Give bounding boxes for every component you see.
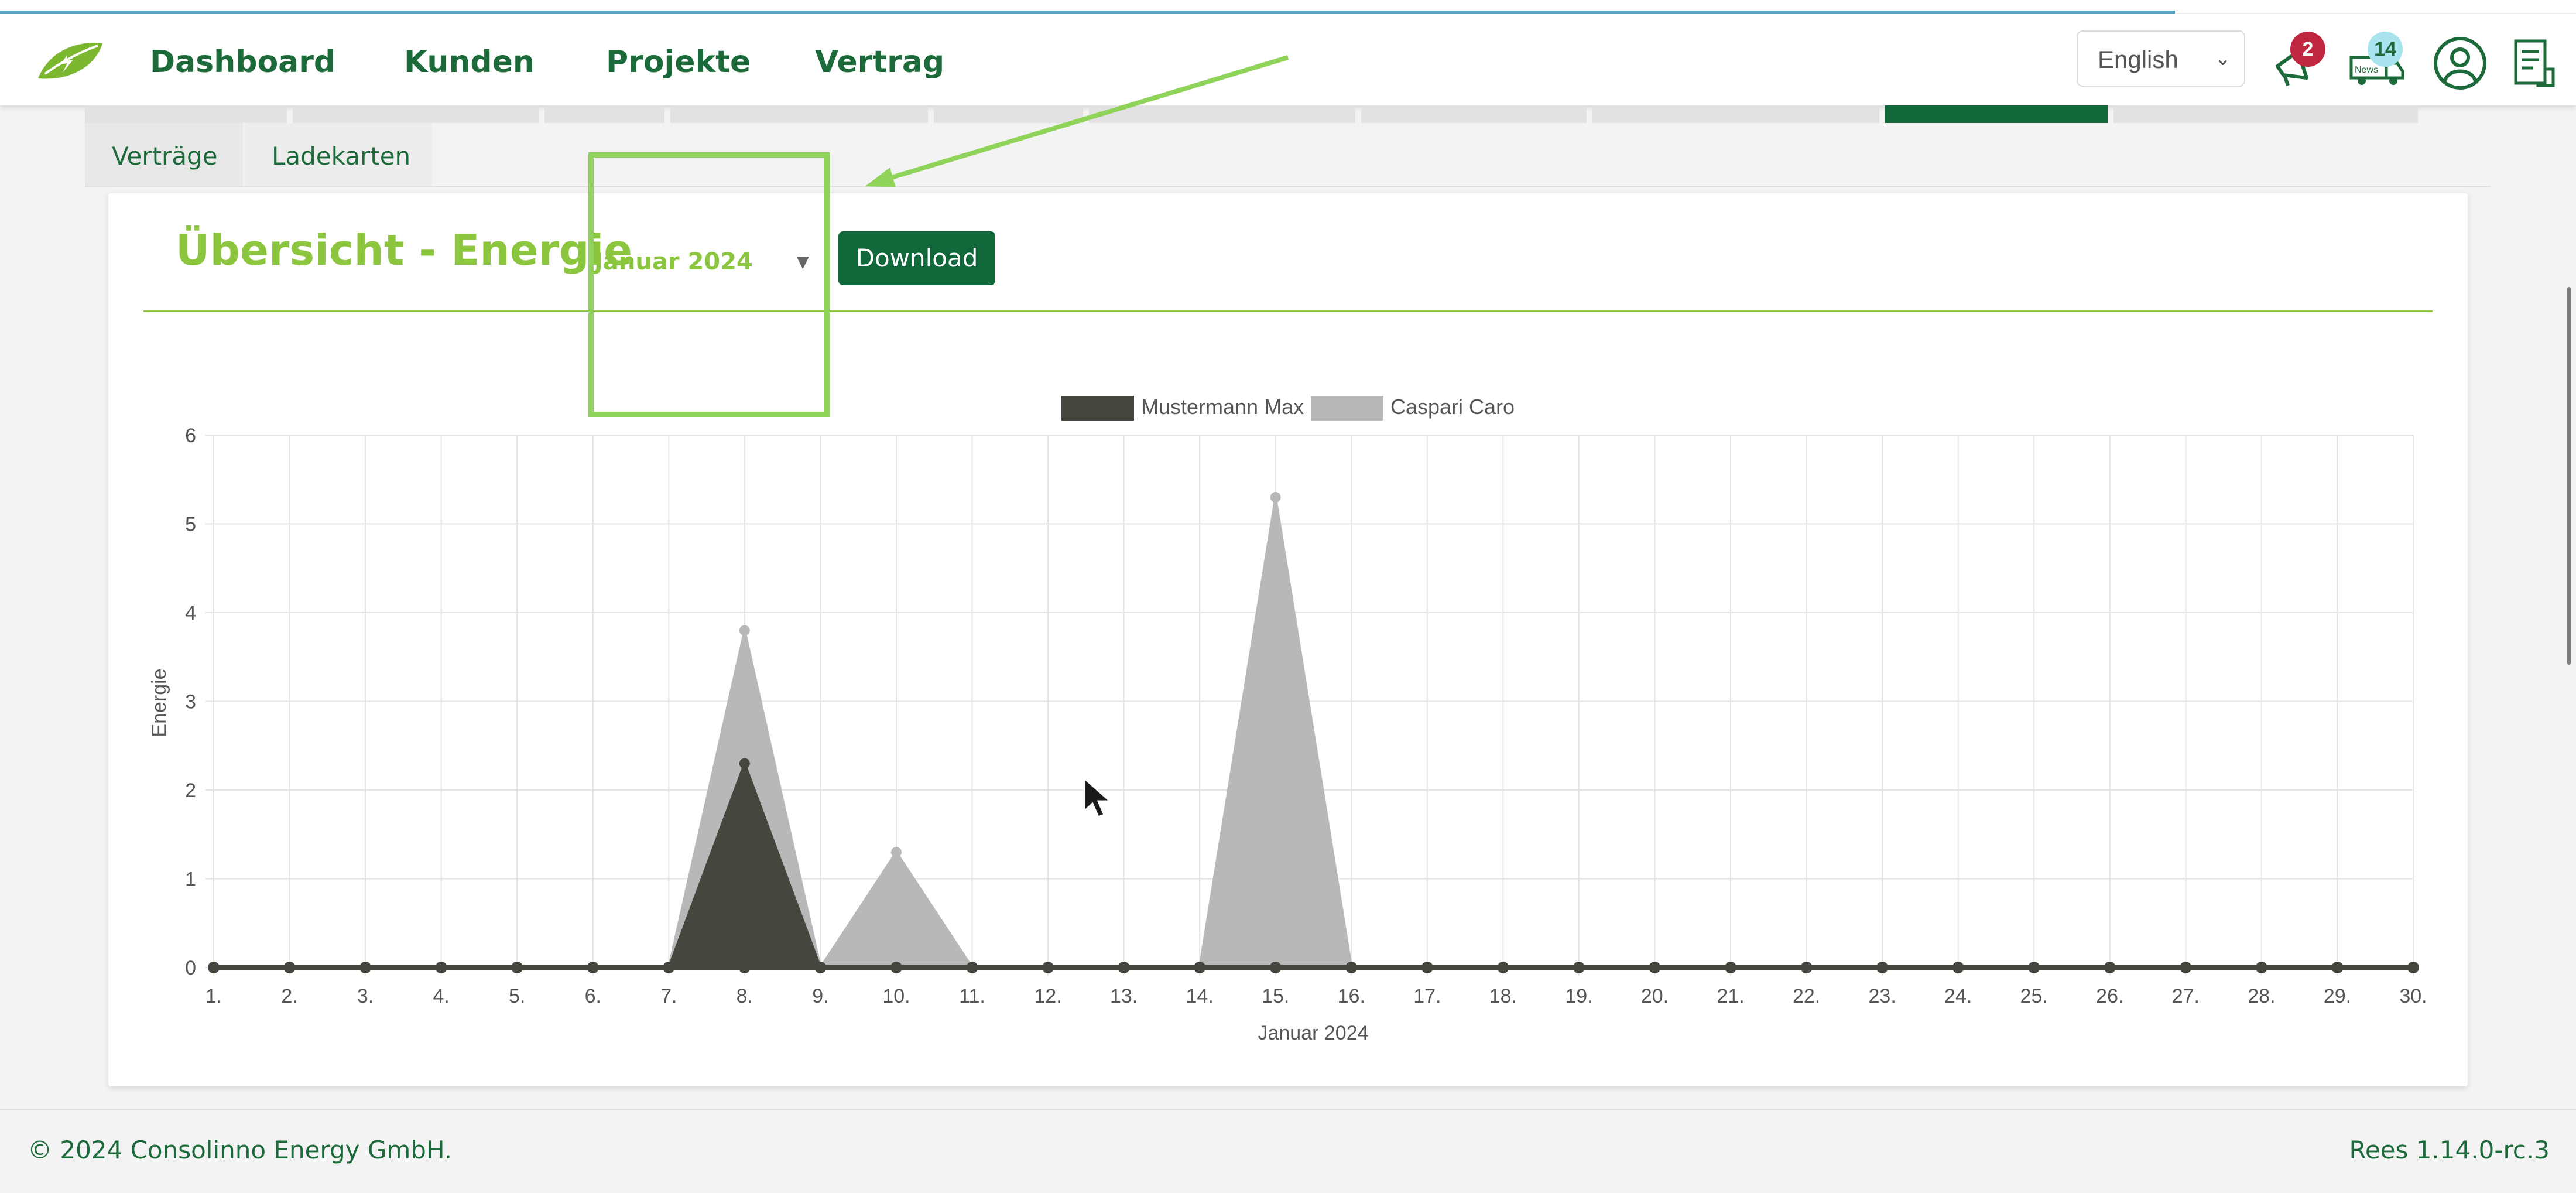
x-tick-label: 18. [1489, 985, 1517, 1007]
baseline-point [966, 962, 978, 973]
x-tick-label: 19. [1565, 985, 1592, 1007]
x-tick-label: 3. [357, 985, 374, 1007]
y-tick-label: 1 [185, 869, 196, 891]
x-tick-label: 2. [281, 985, 297, 1007]
x-tick-label: 11. [959, 985, 985, 1007]
y-axis-label: Energie [148, 668, 170, 737]
baseline-point [2331, 962, 2344, 973]
baseline-point [1952, 962, 1964, 973]
baseline-point [1497, 962, 1509, 973]
baseline-point [1118, 962, 1130, 973]
baseline-point [1725, 962, 1737, 973]
x-tick-label: 10. [882, 985, 910, 1007]
baseline-point [2180, 962, 2192, 973]
y-tick-label: 6 [185, 425, 196, 447]
baseline-point [1042, 962, 1054, 973]
x-tick-label: 13. [1110, 985, 1138, 1007]
baseline-point [2028, 962, 2040, 973]
x-tick-label: 28. [2248, 985, 2275, 1007]
x-axis-ticks: 1. 2. 3. 4. 5. 6. 7. 8. 9. 10. 11. 12. 13. 14. 15. 16. 1… [205, 985, 2427, 1007]
baseline-point [1269, 962, 1282, 973]
x-tick-label: 26. [2096, 985, 2123, 1007]
baseline-point [1649, 962, 1661, 973]
y-tick-label: 4 [185, 602, 196, 624]
x-tick-label: 7. [660, 985, 677, 1007]
x-tick-label: 8. [737, 985, 753, 1007]
baseline-point [2104, 962, 2116, 973]
x-tick-label: 16. [1338, 985, 1365, 1007]
x-tick-label: 14. [1186, 985, 1214, 1007]
x-tick-label: 1. [205, 985, 222, 1007]
baseline-point [2407, 962, 2419, 973]
baseline-point [587, 962, 599, 973]
mouse-cursor-icon [1083, 776, 1112, 818]
baseline-point [1194, 962, 1206, 973]
x-axis-label: Januar 2024 [1258, 1022, 1368, 1044]
x-tick-label: 27. [2172, 985, 2200, 1007]
x-tick-label: 17. [1413, 985, 1441, 1007]
x-tick-label: 12. [1034, 985, 1061, 1007]
baseline-point [1876, 962, 1889, 973]
annotation-arrow [865, 55, 1289, 187]
baseline-point [890, 962, 902, 973]
data-point [1270, 492, 1281, 503]
x-tick-label: 21. [1717, 985, 1744, 1007]
baseline-point [814, 962, 827, 973]
baseline-point [359, 962, 372, 973]
x-tick-label: 24. [1944, 985, 1972, 1007]
x-tick-label: 25. [2020, 985, 2048, 1007]
baseline-point [283, 962, 296, 973]
page-scrollbar[interactable] [2567, 287, 2571, 665]
footer-copyright: © 2024 Consolinno Energy GmbH. [28, 1136, 453, 1164]
y-tick-label: 5 [185, 514, 196, 536]
page-footer: © 2024 Consolinno Energy GmbH. Rees 1.14… [0, 1109, 2576, 1193]
x-tick-label: 23. [1869, 985, 1896, 1007]
x-tick-label: 29. [2324, 985, 2351, 1007]
x-tick-label: 20. [1641, 985, 1669, 1007]
y-tick-label: 3 [185, 691, 196, 713]
x-tick-label: 6. [585, 985, 601, 1007]
x-tick-label: 4. [433, 985, 449, 1007]
x-tick-label: 5. [509, 985, 525, 1007]
footer-version: Rees 1.14.0-rc.3 [2349, 1136, 2550, 1164]
x-tick-label: 15. [1262, 985, 1289, 1007]
baseline-point [738, 962, 751, 973]
x-tick-label: 9. [812, 985, 828, 1007]
baseline-point [1800, 962, 1813, 973]
x-tick-label: 22. [1793, 985, 1820, 1007]
baseline-point [208, 962, 220, 973]
data-point [739, 625, 750, 636]
baseline-point [435, 962, 447, 973]
baseline-point [1573, 962, 1585, 973]
data-point [890, 847, 902, 858]
chart-series [208, 492, 2419, 973]
baseline-point [511, 962, 523, 973]
baseline-point [1421, 962, 1433, 973]
y-tick-label: 2 [185, 780, 196, 802]
y-tick-label: 0 [185, 957, 196, 979]
y-axis-ticks: 0 1 2 3 4 5 6 [185, 425, 196, 979]
baseline-point [663, 962, 675, 973]
baseline-point [1345, 962, 1358, 973]
baseline-point [2255, 962, 2267, 973]
x-tick-label: 30. [2399, 985, 2427, 1007]
data-point [739, 758, 750, 769]
